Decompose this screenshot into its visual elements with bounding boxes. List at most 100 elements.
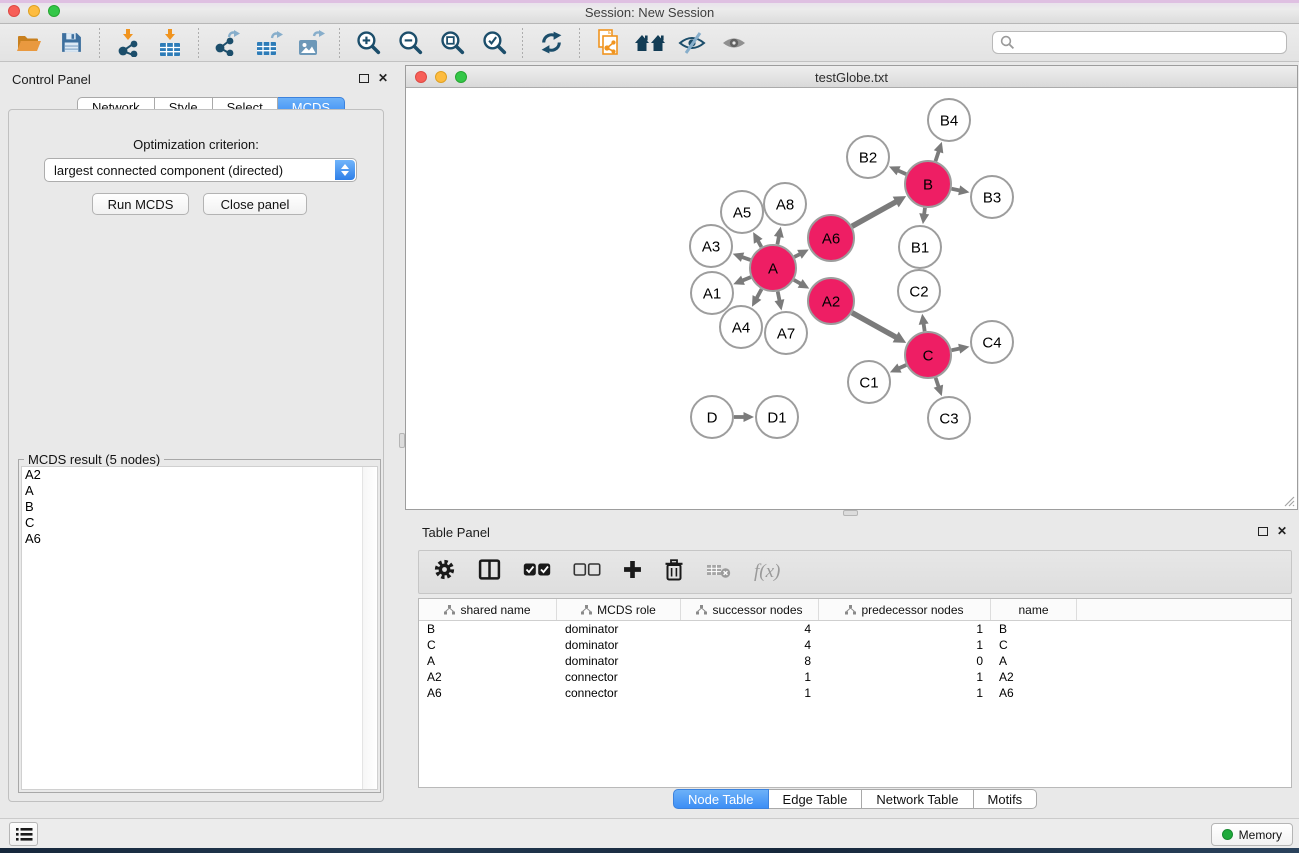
graph-node-label: A1 — [703, 286, 721, 303]
graph-edge[interactable] — [852, 313, 897, 338]
table-toolbar: f(x) — [418, 550, 1292, 594]
export-network-icon[interactable] — [209, 27, 245, 59]
titlebar-top-strip — [0, 0, 1299, 3]
table-cell[interactable]: A — [419, 653, 557, 669]
table-row[interactable]: A2connector11A2 — [419, 669, 1291, 685]
table-cell[interactable]: 4 — [681, 621, 819, 637]
result-item[interactable]: A2 — [22, 467, 377, 483]
table-cell[interactable]: connector — [557, 669, 681, 685]
table-cell[interactable]: C — [419, 637, 557, 653]
table-cell[interactable]: 1 — [681, 685, 819, 701]
graph-node-label: A6 — [822, 231, 840, 248]
table-cell[interactable]: 8 — [681, 653, 819, 669]
graph-edge-arrowhead — [934, 142, 944, 154]
close-table-panel-icon[interactable]: ✕ — [1277, 526, 1287, 536]
table-header-row: shared nameMCDS rolesuccessor nodesprede… — [419, 599, 1291, 621]
column-sort-icon — [581, 605, 592, 615]
result-item[interactable]: C — [22, 515, 377, 531]
float-table-panel-icon[interactable] — [1258, 527, 1268, 536]
run-mcds-button[interactable]: Run MCDS — [92, 193, 189, 215]
table-cell[interactable]: A — [991, 653, 1077, 669]
zoom-in-icon[interactable] — [350, 27, 386, 59]
column-header[interactable]: predecessor nodes — [819, 599, 991, 620]
tab-node-table[interactable]: Node Table — [673, 789, 769, 809]
graph-edge[interactable] — [852, 201, 897, 226]
memory-button[interactable]: Memory — [1211, 823, 1293, 846]
tab-edge-table[interactable]: Edge Table — [769, 789, 863, 809]
network-canvas[interactable]: AA1A2A3A4A5A6A7A8BB1B2B3B4CC1C2C3C4DD1 — [407, 88, 1296, 509]
table-row[interactable]: Bdominator41B — [419, 621, 1291, 637]
table-cell[interactable]: 1 — [819, 637, 991, 653]
tab-network-table[interactable]: Network Table — [862, 789, 973, 809]
open-file-icon[interactable] — [11, 27, 47, 59]
table-row[interactable]: A6connector11A6 — [419, 685, 1291, 701]
graph-edge-arrowhead — [934, 385, 943, 397]
zoom-fit-icon[interactable] — [434, 27, 470, 59]
settings-gear-icon[interactable] — [433, 558, 456, 586]
zoom-selected-icon[interactable] — [476, 27, 512, 59]
close-panel-button[interactable]: Close panel — [203, 193, 307, 215]
table-panel-title: Table Panel — [422, 525, 490, 540]
table-cell[interactable]: 0 — [819, 653, 991, 669]
refresh-icon[interactable] — [533, 27, 569, 59]
table-cell[interactable]: C — [991, 637, 1077, 653]
graph-node-label: C3 — [939, 411, 958, 428]
column-header[interactable]: MCDS role — [557, 599, 681, 620]
table-cell[interactable]: B — [419, 621, 557, 637]
save-session-icon[interactable] — [53, 27, 89, 59]
export-image-icon[interactable] — [293, 27, 329, 59]
task-history-button[interactable] — [9, 822, 38, 846]
table-cell[interactable]: B — [991, 621, 1077, 637]
table-cell[interactable]: A6 — [991, 685, 1077, 701]
first-neighbors-icon[interactable] — [632, 27, 668, 59]
clone-network-icon[interactable] — [590, 27, 626, 59]
table-row[interactable]: Cdominator41C — [419, 637, 1291, 653]
vertical-splitter-handle[interactable] — [399, 433, 405, 448]
hide-selected-eye-icon[interactable] — [674, 27, 710, 59]
table-row[interactable]: Adominator80A — [419, 653, 1291, 669]
scrollbar-track[interactable] — [362, 467, 377, 789]
float-panel-icon[interactable] — [359, 74, 369, 83]
deselect-all-icon[interactable] — [573, 562, 601, 582]
search-input[interactable] — [992, 31, 1287, 54]
graph-node-label: B1 — [911, 240, 929, 257]
table-cell[interactable]: 1 — [819, 621, 991, 637]
delete-column-trash-icon[interactable] — [664, 559, 684, 586]
horizontal-splitter-handle[interactable] — [843, 510, 858, 516]
result-item[interactable]: A — [22, 483, 377, 499]
graph-edge-arrowhead — [744, 412, 755, 422]
export-table-icon[interactable] — [251, 27, 287, 59]
table-cell[interactable]: 1 — [681, 669, 819, 685]
result-item[interactable]: A6 — [22, 531, 377, 547]
import-network-icon[interactable] — [110, 27, 146, 59]
app-titlebar: Session: New Session — [0, 0, 1299, 24]
import-table-icon[interactable] — [152, 27, 188, 59]
close-panel-icon[interactable]: ✕ — [378, 73, 388, 83]
column-header[interactable]: shared name — [419, 599, 557, 620]
table-cell[interactable]: 4 — [681, 637, 819, 653]
table-cell[interactable]: A2 — [991, 669, 1077, 685]
show-all-eye-icon[interactable] — [716, 27, 752, 59]
criterion-dropdown[interactable]: largest connected component (directed) — [44, 158, 357, 182]
control-panel-title: Control Panel — [12, 72, 91, 87]
add-column-icon[interactable] — [623, 560, 642, 584]
table-cell[interactable]: dominator — [557, 621, 681, 637]
tab-motifs[interactable]: Motifs — [974, 789, 1038, 809]
column-header[interactable]: name — [991, 599, 1077, 620]
graph-node-label: D1 — [767, 410, 786, 427]
mcds-result-title: MCDS result (5 nodes) — [24, 452, 164, 467]
table-cell[interactable]: A2 — [419, 669, 557, 685]
split-view-icon[interactable] — [478, 558, 501, 586]
table-cell[interactable]: 1 — [819, 669, 991, 685]
resize-grip-icon[interactable] — [1283, 495, 1295, 507]
table-cell[interactable]: connector — [557, 685, 681, 701]
select-all-icon[interactable] — [523, 562, 551, 582]
graph-node-label: A3 — [702, 239, 720, 256]
zoom-out-icon[interactable] — [392, 27, 428, 59]
table-cell[interactable]: A6 — [419, 685, 557, 701]
table-cell[interactable]: 1 — [819, 685, 991, 701]
column-header[interactable]: successor nodes — [681, 599, 819, 620]
result-item[interactable]: B — [22, 499, 377, 515]
table-cell[interactable]: dominator — [557, 637, 681, 653]
table-cell[interactable]: dominator — [557, 653, 681, 669]
